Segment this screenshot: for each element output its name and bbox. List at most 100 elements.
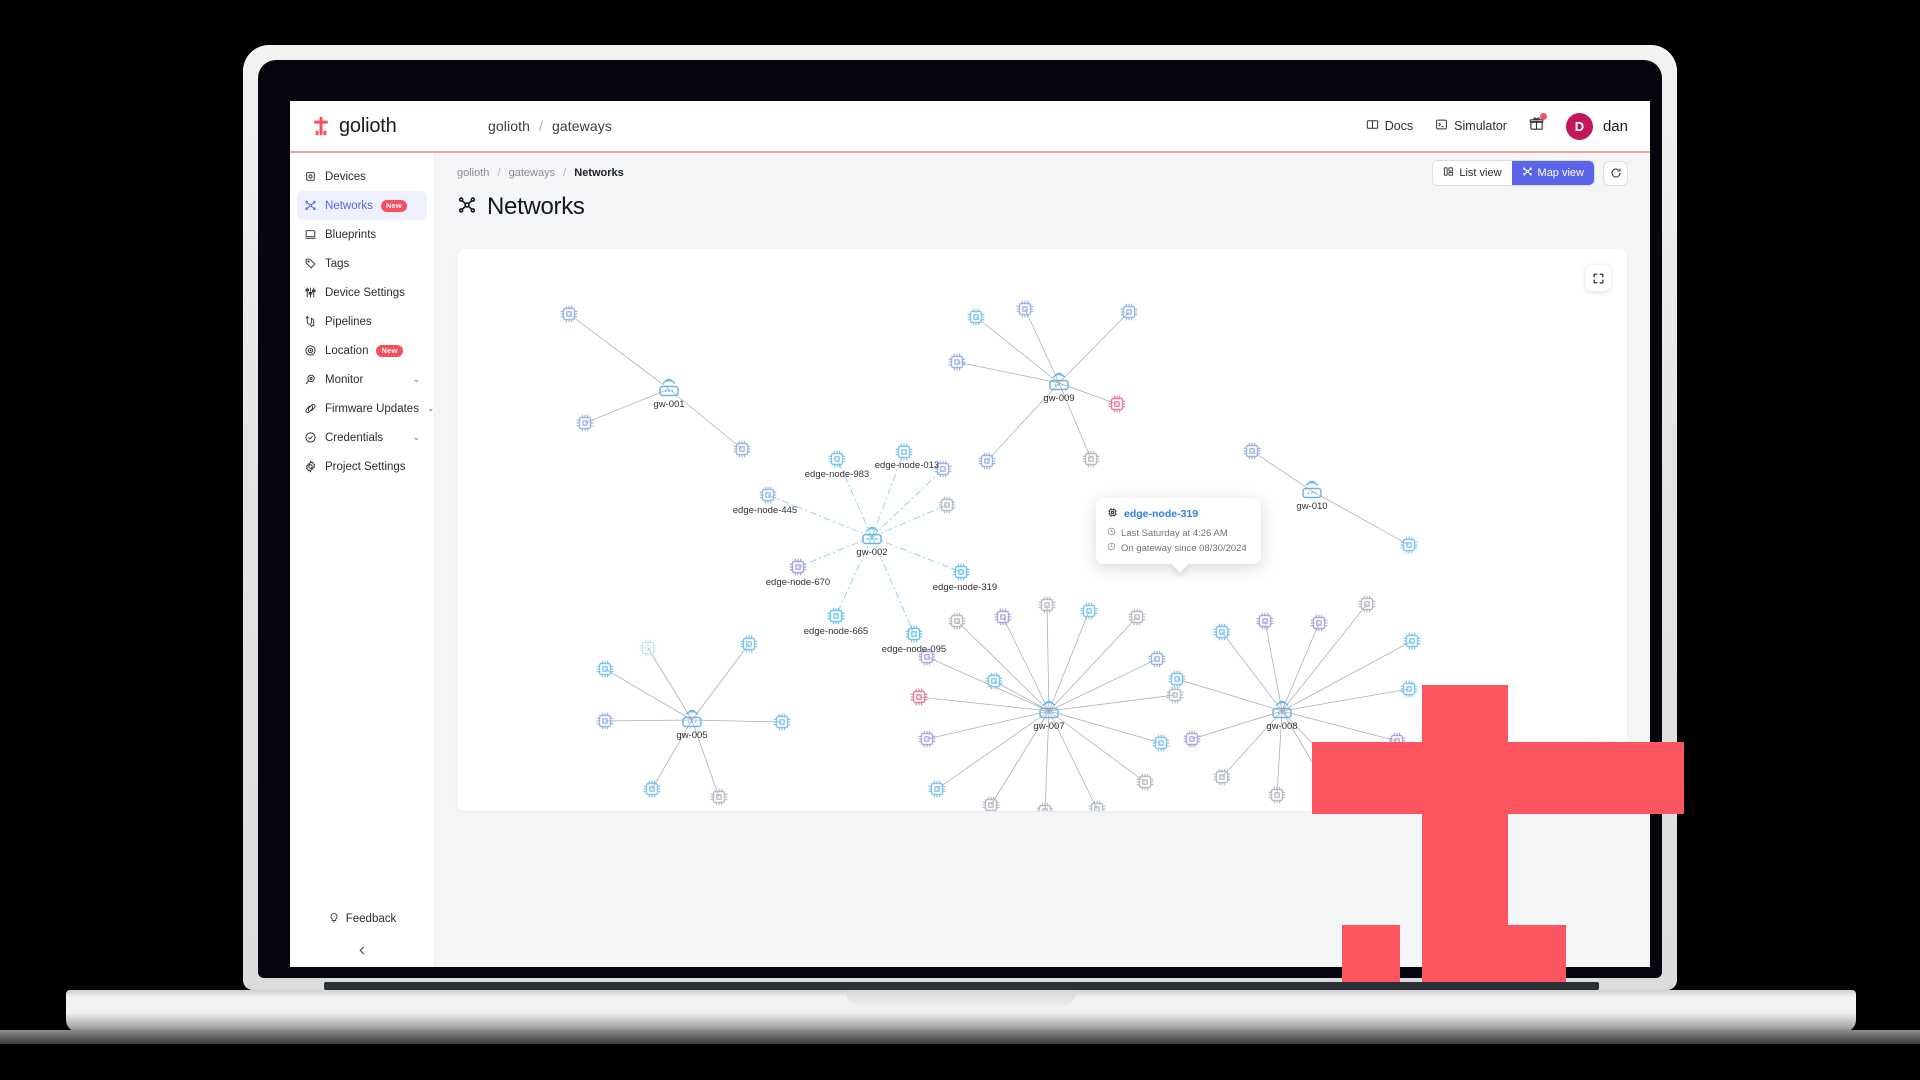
cpu-icon <box>304 170 317 183</box>
book-icon <box>1366 118 1379 134</box>
tooltip-title-row: edge-node-319 <box>1107 507 1250 521</box>
header-breadcrumb-project[interactable]: gateways <box>552 118 612 134</box>
sidebar-item-location[interactable]: Location New <box>297 336 427 365</box>
tooltip-last-seen: Last Saturday at 4:26 AM <box>1121 527 1228 539</box>
laptop-base <box>66 990 1856 1032</box>
sidebar-item-blueprints[interactable]: Blueprints <box>297 220 427 249</box>
map-view-label: Map view <box>1537 167 1584 179</box>
network-icon <box>1522 166 1533 180</box>
sidebar-item-label: Pipelines <box>325 315 372 328</box>
sidebar: Devices Networks New Blueprints Tags Dev… <box>290 153 435 967</box>
list-icon <box>1443 166 1454 180</box>
sidebar-item-pipelines[interactable]: Pipelines <box>297 307 427 336</box>
chevron-down-icon[interactable]: ⌄ <box>412 374 420 385</box>
terminal-icon <box>1435 118 1448 134</box>
simulator-link[interactable]: Simulator <box>1435 118 1507 134</box>
sidebar-item-devices[interactable]: Devices <box>297 162 427 191</box>
breadcrumb-separator: / <box>563 167 567 179</box>
clock-icon <box>1107 527 1116 539</box>
laptop-foot <box>0 1030 1920 1044</box>
tooltip-gateway-since: On gateway since 08/30/2024 <box>1121 542 1247 554</box>
node-tooltip: edge-node-319 Last Saturday at 4:26 AM O… <box>1096 498 1261 573</box>
tooltip-last-seen-row: Last Saturday at 4:26 AM <box>1107 527 1250 539</box>
sidebar-item-firmware-updates[interactable]: Firmware Updates ⌄ <box>297 394 435 423</box>
docs-link[interactable]: Docs <box>1366 118 1413 134</box>
content-breadcrumb-row: golioth / gateways / Networks List view <box>435 153 1650 193</box>
sidebar-item-label: Blueprints <box>325 228 377 241</box>
whats-new-button[interactable] <box>1529 113 1547 136</box>
shield-check-icon <box>304 431 317 444</box>
sidebar-item-label: Device Settings <box>325 286 405 299</box>
gear-icon <box>304 460 317 473</box>
header-breadcrumb: golioth / gateways <box>488 118 612 134</box>
monitor-search-icon <box>304 373 317 386</box>
sidebar-item-label: Project Settings <box>325 460 406 473</box>
view-toggle-group: List view Map view <box>1432 160 1595 186</box>
breadcrumb-current: Networks <box>574 167 624 179</box>
network-icon <box>304 199 317 212</box>
sidebar-item-tags[interactable]: Tags <box>297 249 427 278</box>
breadcrumb: golioth / gateways / Networks <box>457 167 624 179</box>
sliders-icon <box>304 286 317 299</box>
sidebar-item-label: Location <box>325 344 369 357</box>
lightbulb-icon <box>328 912 340 927</box>
brand-logo-area[interactable]: golioth <box>290 115 440 138</box>
notification-dot <box>1539 113 1547 120</box>
clock-icon <box>1107 542 1116 554</box>
header-breadcrumb-separator: / <box>538 118 543 134</box>
simulator-label: Simulator <box>1454 119 1507 133</box>
sidebar-item-label: Devices <box>325 170 366 183</box>
avatar[interactable]: D <box>1565 112 1593 140</box>
target-icon <box>304 344 317 357</box>
docs-label: Docs <box>1384 119 1414 133</box>
firmware-icon <box>304 402 317 415</box>
user-name[interactable]: dan <box>1603 118 1628 135</box>
golioth-mascot-overlay <box>1312 685 1684 1010</box>
breadcrumb-separator: / <box>497 167 501 179</box>
sidebar-item-label: Tags <box>325 257 350 270</box>
sidebar-item-project-settings[interactable]: Project Settings <box>297 452 427 481</box>
sidebar-item-label: Credentials <box>325 431 384 444</box>
fullscreen-icon <box>1593 273 1603 283</box>
header-actions: Docs Simulator D dan <box>1366 112 1650 140</box>
blueprint-icon <box>304 228 317 241</box>
header-breadcrumb-org[interactable]: golioth <box>488 118 530 134</box>
refresh-icon <box>1611 168 1620 178</box>
network-icon <box>457 195 477 220</box>
collapse-sidebar-button[interactable] <box>290 933 434 967</box>
new-badge: New <box>376 344 403 357</box>
breadcrumb-level1[interactable]: golioth <box>457 167 489 179</box>
pipeline-icon <box>304 315 317 328</box>
golioth-logo-icon <box>310 115 332 137</box>
feedback-button[interactable]: Feedback <box>290 905 434 933</box>
page-title-row: Networks <box>435 193 1650 233</box>
app-header: golioth golioth / gateways Docs Simulato… <box>290 101 1650 153</box>
chevron-down-icon[interactable]: ⌄ <box>412 432 420 443</box>
sidebar-item-networks[interactable]: Networks New <box>297 191 427 220</box>
sidebar-item-credentials[interactable]: Credentials ⌄ <box>297 423 427 452</box>
tag-icon <box>304 257 317 270</box>
tooltip-gateway-since-row: On gateway since 08/30/2024 <box>1107 542 1250 554</box>
chevron-left-icon <box>358 945 364 955</box>
view-controls: List view Map view <box>1432 160 1628 186</box>
list-view-button[interactable]: List view <box>1433 161 1512 185</box>
list-view-label: List view <box>1459 167 1502 179</box>
refresh-button[interactable] <box>1603 160 1628 186</box>
feedback-label: Feedback <box>345 913 397 925</box>
sidebar-item-device-settings[interactable]: Device Settings <box>297 278 427 307</box>
sidebar-item-label: Firmware Updates <box>325 402 419 415</box>
new-badge: New <box>380 199 407 212</box>
page-title: Networks <box>487 193 585 220</box>
sidebar-item-label: Monitor <box>325 373 364 386</box>
cpu-icon <box>1107 507 1118 521</box>
brand-name: golioth <box>339 114 397 137</box>
breadcrumb-level2[interactable]: gateways <box>509 167 555 179</box>
screenshot-stage: golioth golioth / gateways Docs Simulato… <box>0 0 1920 1080</box>
sidebar-item-monitor[interactable]: Monitor ⌄ <box>297 365 427 394</box>
map-view-button[interactable]: Map view <box>1511 161 1594 185</box>
tooltip-device-name[interactable]: edge-node-319 <box>1124 508 1198 520</box>
laptop-base-lip <box>324 982 1599 990</box>
chevron-down-icon[interactable]: ⌄ <box>427 403 435 414</box>
sidebar-item-label: Networks <box>325 199 373 212</box>
fullscreen-button[interactable] <box>1585 265 1611 291</box>
